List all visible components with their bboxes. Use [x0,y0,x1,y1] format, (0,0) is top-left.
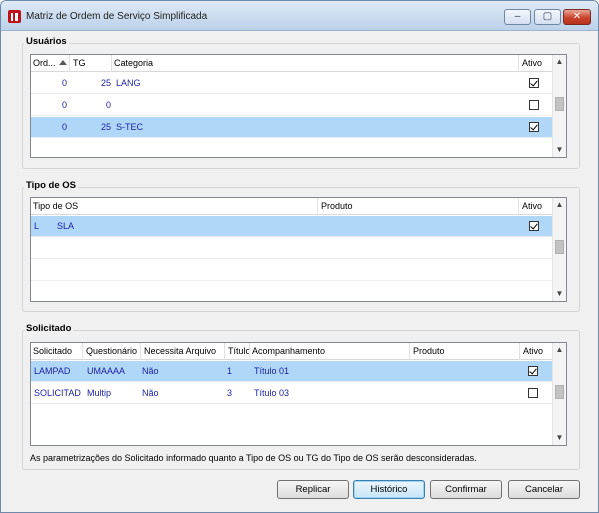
title-bar[interactable]: Matriz de Ordem de Serviço Simplificada … [1,1,598,31]
table-row[interactable]: 0 25 LANG [31,73,552,94]
necessita-arquivo-cell: Não [142,388,159,398]
questionario-cell: Multip [87,388,112,398]
titulo-cell: 3 [227,388,233,398]
scroll-up-icon[interactable]: ▲ [553,343,566,357]
questionario-cell: UMAAAA [87,366,126,376]
table-row[interactable]: 0 25 S-TEC [31,117,552,138]
ativo-checkbox[interactable] [528,366,538,376]
ativo-checkbox[interactable] [529,100,539,110]
scroll-thumb[interactable] [555,385,564,399]
ativo-checkbox[interactable] [529,78,539,88]
ativo-checkbox[interactable] [528,388,538,398]
scroll-down-icon[interactable]: ▼ [553,431,566,445]
scroll-thumb[interactable] [555,97,564,111]
solicitado-cell: SOLICITAD [34,388,81,398]
column-header-tg[interactable]: TG [71,55,112,72]
scroll-down-icon[interactable]: ▼ [553,287,566,301]
acompanhamento-cell: Título 03 [254,388,290,398]
column-header-ativo[interactable]: Ativo [520,198,554,215]
solicitado-grid-header: Solicitado Questionário Necessita Arquiv… [31,343,552,360]
column-header-ordem[interactable]: Ord... [31,55,70,72]
scroll-up-icon[interactable]: ▲ [553,198,566,212]
ordem-cell: 0 [62,78,68,88]
tg-cell: 25 [101,122,112,132]
tipo-os-grid[interactable]: Tipo de OS Produto Ativo L SLA ▲ ▼ [30,197,567,302]
replicar-button[interactable]: Replicar [277,480,349,499]
close-button[interactable]: ✕ [563,9,591,25]
column-header-questionario[interactable]: Questionário [84,343,141,360]
column-header-produto[interactable]: Produto [319,198,519,215]
scroll-down-icon[interactable]: ▼ [553,143,566,157]
restore-button[interactable]: ▢ [534,9,561,25]
solicitado-cell: LAMPAD [34,366,71,376]
window-title: Matriz de Ordem de Serviço Simplificada [26,11,208,22]
titulo-cell: 1 [227,366,233,376]
tg-cell: 0 [106,100,112,110]
ordem-cell: 0 [62,122,68,132]
column-header-titulo[interactable]: Título [226,343,250,360]
column-header-ativo[interactable]: Ativo [520,55,554,72]
column-header-solicitado[interactable]: Solicitado [31,343,83,360]
scroll-up-icon[interactable]: ▲ [553,55,566,69]
tipo-os-grid-header: Tipo de OS Produto Ativo [31,198,552,215]
usuarios-scrollbar[interactable]: ▲ ▼ [552,55,566,157]
info-note: As parametrizações do Solicitado informa… [30,453,477,463]
tipo-os-cell: SLA [57,221,75,231]
ativo-checkbox[interactable] [529,221,539,231]
categoria-cell: S-TEC [116,122,143,132]
dialog-window: Matriz de Ordem de Serviço Simplificada … [0,0,599,513]
scroll-thumb[interactable] [555,240,564,254]
confirmar-button[interactable]: Confirmar [430,480,502,499]
ordem-cell: 0 [62,100,68,110]
column-header-acompanhamento[interactable]: Acompanhamento [250,343,410,360]
tg-cell: 25 [101,78,112,88]
solicitado-grid[interactable]: Solicitado Questionário Necessita Arquiv… [30,342,567,446]
historico-button[interactable]: Histórico [353,480,425,499]
cancelar-button[interactable]: Cancelar [508,480,580,499]
codigo-cell: L [34,221,40,231]
ativo-checkbox[interactable] [529,122,539,132]
acompanhamento-cell: Título 01 [254,366,290,376]
usuarios-grid-header: Ord... TG Categoria Ativo [31,55,552,72]
tipo-os-group-title: Tipo de OS [24,180,78,191]
sort-ascending-icon [58,60,67,65]
table-row[interactable]: 0 0 [31,95,552,116]
solicitado-group-title: Solicitado [24,323,74,334]
usuarios-group-title: Usuários [24,36,69,47]
column-header-ativo[interactable]: Ativo [521,343,554,360]
table-row[interactable]: SOLICITAD Multip Não 3 Título 03 [31,383,552,404]
table-row [31,260,552,281]
column-header-produto[interactable]: Produto [411,343,520,360]
minimize-button[interactable]: ‒ [504,9,531,25]
tipo-os-scrollbar[interactable]: ▲ ▼ [552,198,566,301]
column-header-categoria[interactable]: Categoria [112,55,519,72]
app-logo-icon [8,10,21,23]
table-row[interactable]: LAMPAD UMAAAA Não 1 Título 01 [31,361,552,382]
table-row[interactable]: L SLA [31,216,552,237]
column-header-tipo-os[interactable]: Tipo de OS [31,198,318,215]
table-row [31,238,552,259]
column-header-necessita-arquivo[interactable]: Necessita Arquivo [142,343,225,360]
necessita-arquivo-cell: Não [142,366,159,376]
solicitado-scrollbar[interactable]: ▲ ▼ [552,343,566,445]
usuarios-grid[interactable]: Ord... TG Categoria Ativo 0 25 LANG 0 0 … [30,54,567,158]
categoria-cell: LANG [116,78,141,88]
